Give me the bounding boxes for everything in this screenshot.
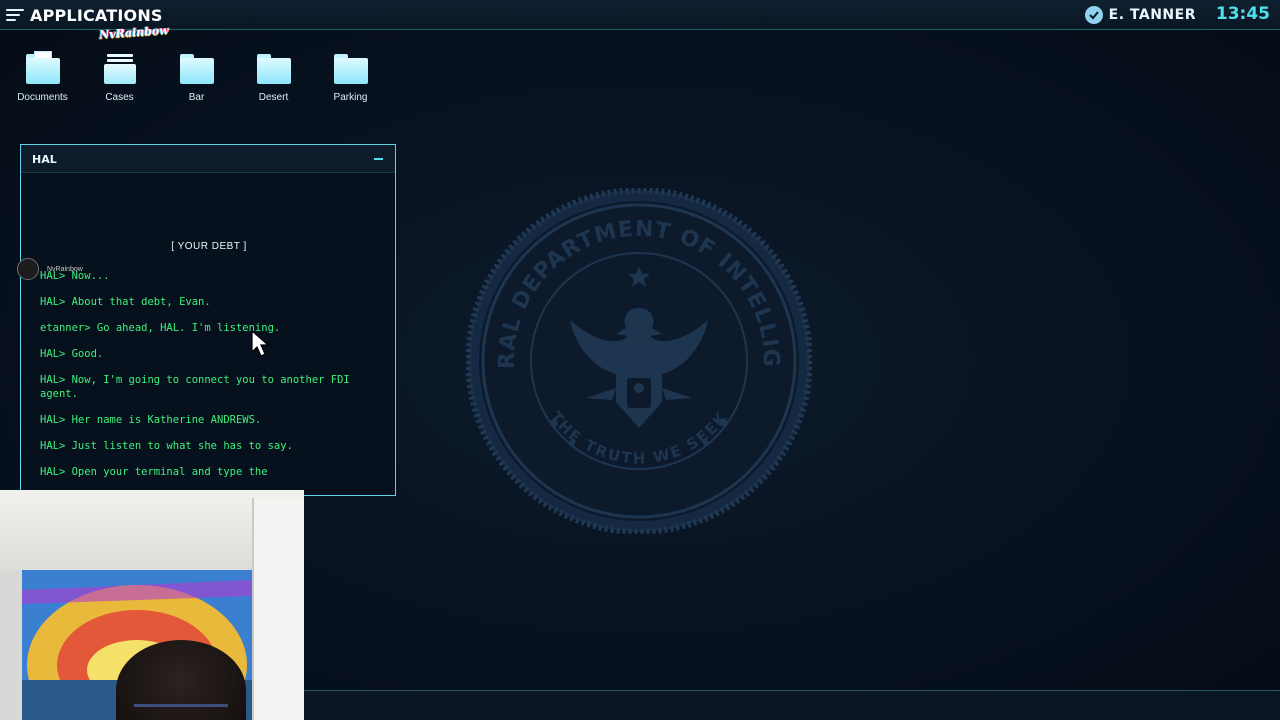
mouse-cursor-icon bbox=[251, 330, 270, 357]
user-account[interactable]: E. TANNER bbox=[1084, 5, 1196, 25]
chat-username: NvRainbow bbox=[47, 265, 83, 273]
desktop-icon-label: Bar bbox=[188, 92, 205, 103]
fdi-seal-emblem: FEDERAL DEPARTMENT OF INTELLIGENCE THE T… bbox=[466, 188, 812, 534]
chat-line: HAL> Good. bbox=[40, 348, 104, 360]
clock: 13:45 bbox=[1215, 4, 1270, 24]
chat-line: HAL> Now, I'm going to connect you to an… bbox=[40, 374, 357, 400]
chat-line: HAL> Now... bbox=[40, 270, 110, 282]
minimize-icon bbox=[374, 158, 383, 160]
desktop-icon-label: Cases bbox=[105, 92, 134, 103]
desktop-icons: Documents Cases Bar Desert Parking bbox=[4, 50, 389, 103]
desktop-icon-bar[interactable]: Bar bbox=[158, 50, 235, 103]
document-folder-icon bbox=[24, 50, 62, 86]
chat-line: etanner> Go ahead, HAL. I'm listening. bbox=[40, 322, 281, 334]
hal-chat-window[interactable]: HAL [ YOUR DEBT ] HAL> Now... HAL> About… bbox=[20, 144, 396, 496]
chat-line: HAL> Open your terminal and type the bbox=[40, 466, 268, 478]
desktop-icon-parking[interactable]: Parking bbox=[312, 50, 389, 103]
desktop-icon-desert[interactable]: Desert bbox=[235, 50, 312, 103]
desktop-icon-label: Desert bbox=[258, 92, 289, 103]
cases-tray-icon bbox=[101, 50, 139, 86]
window-title: HAL bbox=[32, 153, 57, 166]
verified-badge-icon bbox=[1084, 6, 1103, 24]
desktop-icon-documents[interactable]: Documents bbox=[4, 50, 81, 103]
desktop-icon-label: Parking bbox=[333, 92, 368, 103]
stream-chat-overlay: NvRainbow bbox=[17, 258, 83, 280]
window-titlebar[interactable]: HAL bbox=[21, 145, 395, 173]
folder-icon bbox=[178, 50, 216, 86]
chat-line: HAL> About that debt, Evan. bbox=[40, 296, 211, 308]
folder-icon bbox=[255, 50, 293, 86]
minimize-button[interactable] bbox=[371, 153, 387, 165]
chat-line: HAL> Her name is Katherine ANDREWS. bbox=[40, 414, 262, 426]
folder-icon bbox=[332, 50, 370, 86]
desktop-icon-cases[interactable]: Cases bbox=[81, 50, 158, 103]
top-bar: APPLICATIONS E. TANNER 13:45 bbox=[0, 0, 1280, 30]
chat-line: HAL> Just listen to what she has to say. bbox=[40, 440, 293, 452]
webcam-overlay bbox=[0, 490, 304, 720]
conversation-heading: [ YOUR DEBT ] bbox=[171, 241, 247, 252]
hamburger-menu-icon bbox=[6, 8, 24, 22]
stream-overlay-logo: NvRainbow bbox=[98, 23, 170, 41]
user-name: E. TANNER bbox=[1108, 7, 1196, 23]
desktop-icon-label: Documents bbox=[17, 92, 68, 103]
avatar bbox=[17, 258, 39, 280]
